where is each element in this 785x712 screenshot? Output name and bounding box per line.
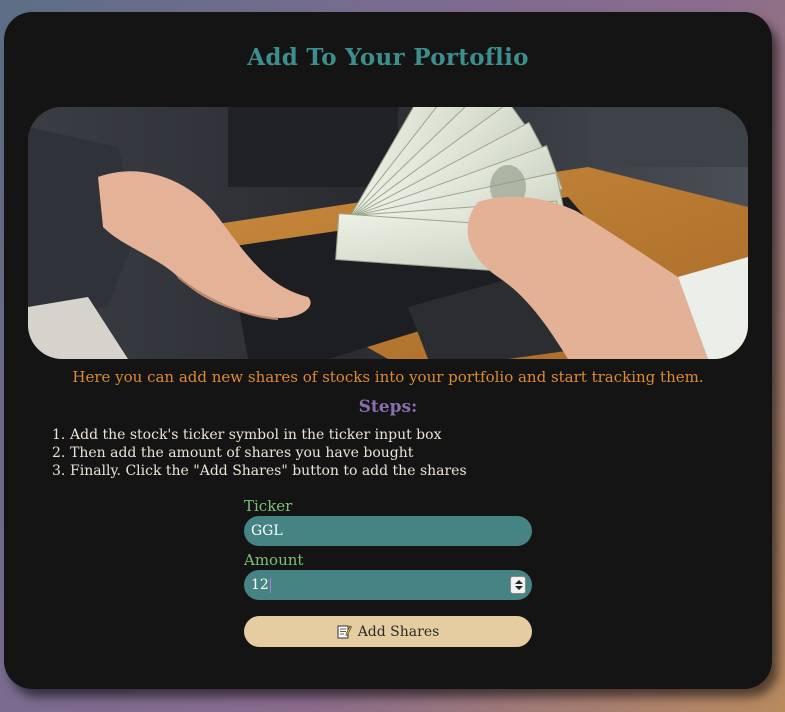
step-number: 3.: [52, 463, 66, 479]
add-shares-label: Add Shares: [357, 623, 440, 640]
add-shares-form: Ticker GGL Amount 12 Add Shares: [244, 496, 532, 647]
amount-label: Amount: [244, 551, 304, 569]
step-item: 3. Finally. Click the "Add Shares" butto…: [52, 462, 467, 480]
hero-illustration: [28, 107, 748, 359]
ticker-input[interactable]: GGL: [244, 516, 532, 546]
step-number: 2.: [52, 445, 66, 461]
step-text: Then add the amount of shares you have b…: [70, 445, 414, 461]
intro-text: Here you can add new shares of stocks in…: [72, 368, 704, 386]
number-spinner[interactable]: [510, 576, 526, 594]
hero-image: [28, 107, 748, 359]
page-title: Add To Your Portoflio: [247, 44, 529, 71]
ticker-value: GGL: [251, 523, 283, 539]
text-caret: [269, 577, 271, 593]
add-shares-button[interactable]: Add Shares: [244, 616, 532, 647]
portfolio-card: Add To Your Portoflio Here you can add n…: [4, 12, 772, 689]
step-item: 1. Add the stock's ticker symbol in the …: [52, 426, 467, 444]
steps-list: 1. Add the stock's ticker symbol in the …: [52, 426, 467, 480]
step-text: Add the stock's ticker symbol in the tic…: [70, 427, 442, 443]
step-number: 1.: [52, 427, 66, 443]
amount-input[interactable]: 12: [244, 570, 532, 600]
spinner-up-icon[interactable]: [515, 580, 523, 584]
amount-value: 12: [251, 577, 269, 593]
step-text: Finally. Click the "Add Shares" button t…: [70, 463, 467, 479]
spinner-down-icon[interactable]: [515, 586, 523, 590]
memo-pencil-icon: [337, 624, 352, 639]
step-item: 2. Then add the amount of shares you hav…: [52, 444, 467, 462]
ticker-label: Ticker: [244, 497, 293, 515]
steps-title: Steps:: [358, 397, 418, 417]
